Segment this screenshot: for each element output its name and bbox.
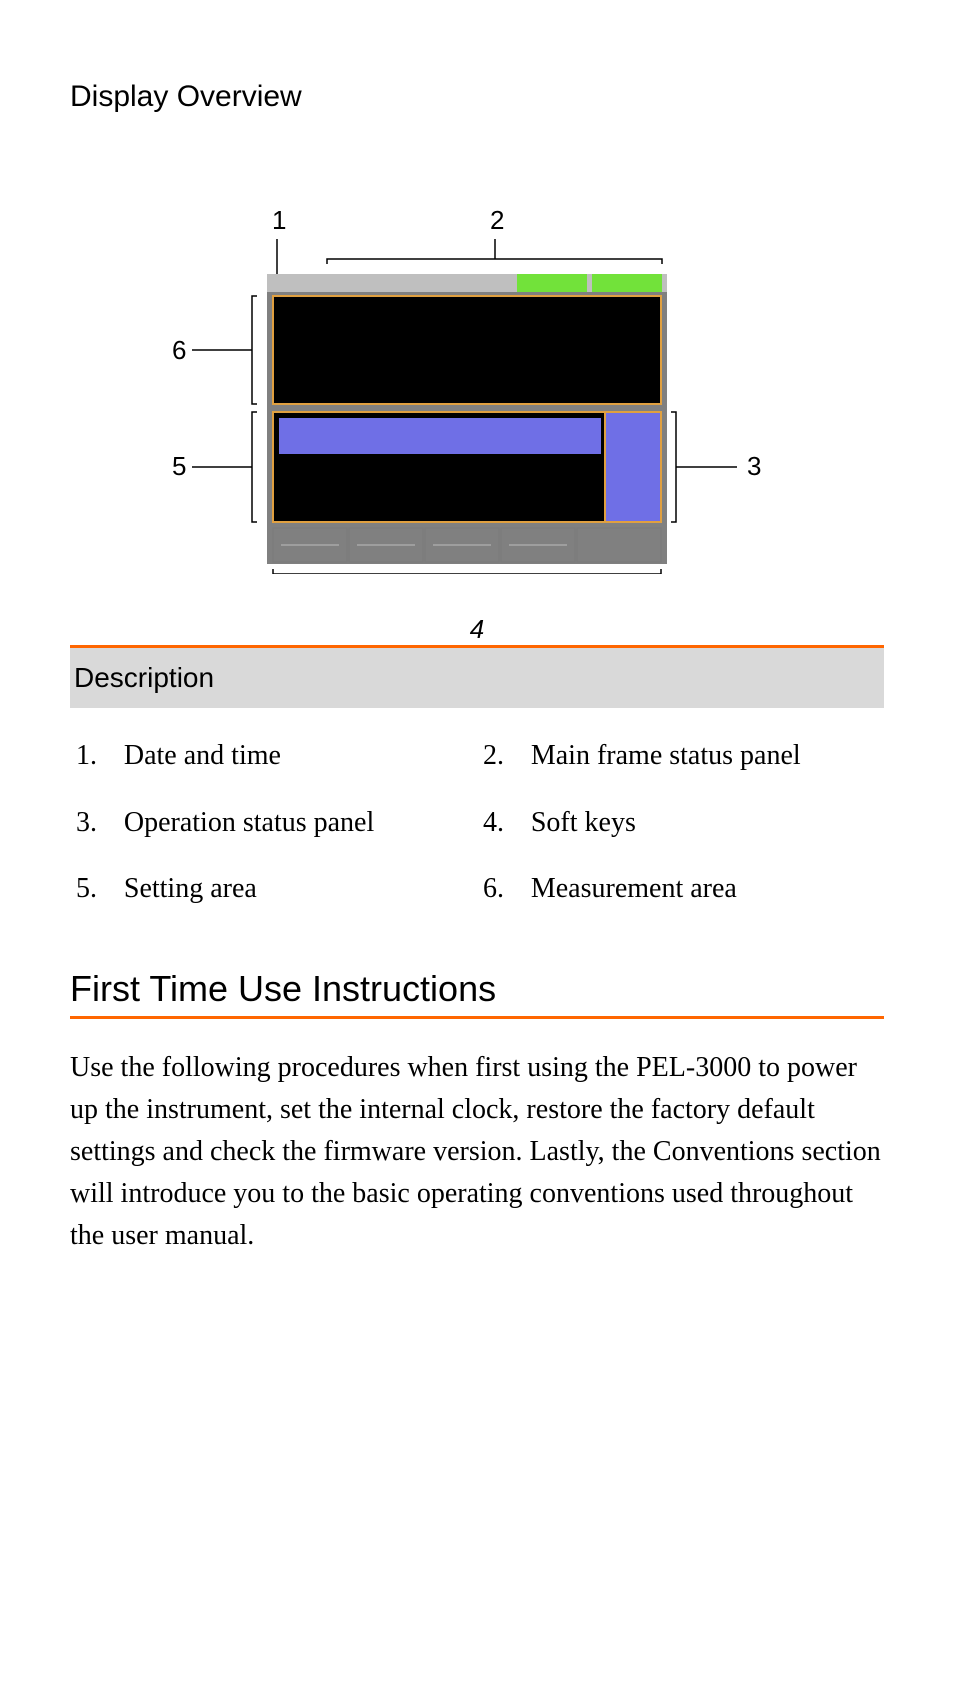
instructions-body: Use the following procedures when first … [70, 1047, 884, 1257]
instructions-title: First Time Use Instructions [70, 968, 884, 1019]
item-num: 5. [70, 861, 118, 928]
item-text: Soft keys [525, 795, 884, 862]
item-text: Date and time [118, 728, 477, 795]
display-overview-diagram: 1 2 6 5 3 [127, 144, 827, 574]
callout-6: 6 [172, 335, 186, 365]
item-text: Operation status panel [118, 795, 477, 862]
section-title: Display Overview [70, 80, 884, 114]
table-row: 5. Setting area 6. Measurement area [70, 861, 884, 928]
description-header: Description [70, 645, 884, 708]
callout-5: 5 [172, 451, 186, 481]
callout-3: 3 [747, 451, 761, 481]
item-num: 1. [70, 728, 118, 795]
item-num: 6. [477, 861, 525, 928]
callout-1: 1 [272, 205, 286, 235]
table-row: 3. Operation status panel 4. Soft keys [70, 795, 884, 862]
item-num: 4. [477, 795, 525, 862]
item-text: Setting area [118, 861, 477, 928]
table-row: 1. Date and time 2. Main frame status pa… [70, 728, 884, 795]
item-text: Main frame status panel [525, 728, 884, 795]
callout-4: 4 [70, 614, 884, 645]
description-table: 1. Date and time 2. Main frame status pa… [70, 728, 884, 928]
item-text: Measurement area [525, 861, 884, 928]
callout-2: 2 [490, 205, 504, 235]
item-num: 2. [477, 728, 525, 795]
item-num: 3. [70, 795, 118, 862]
